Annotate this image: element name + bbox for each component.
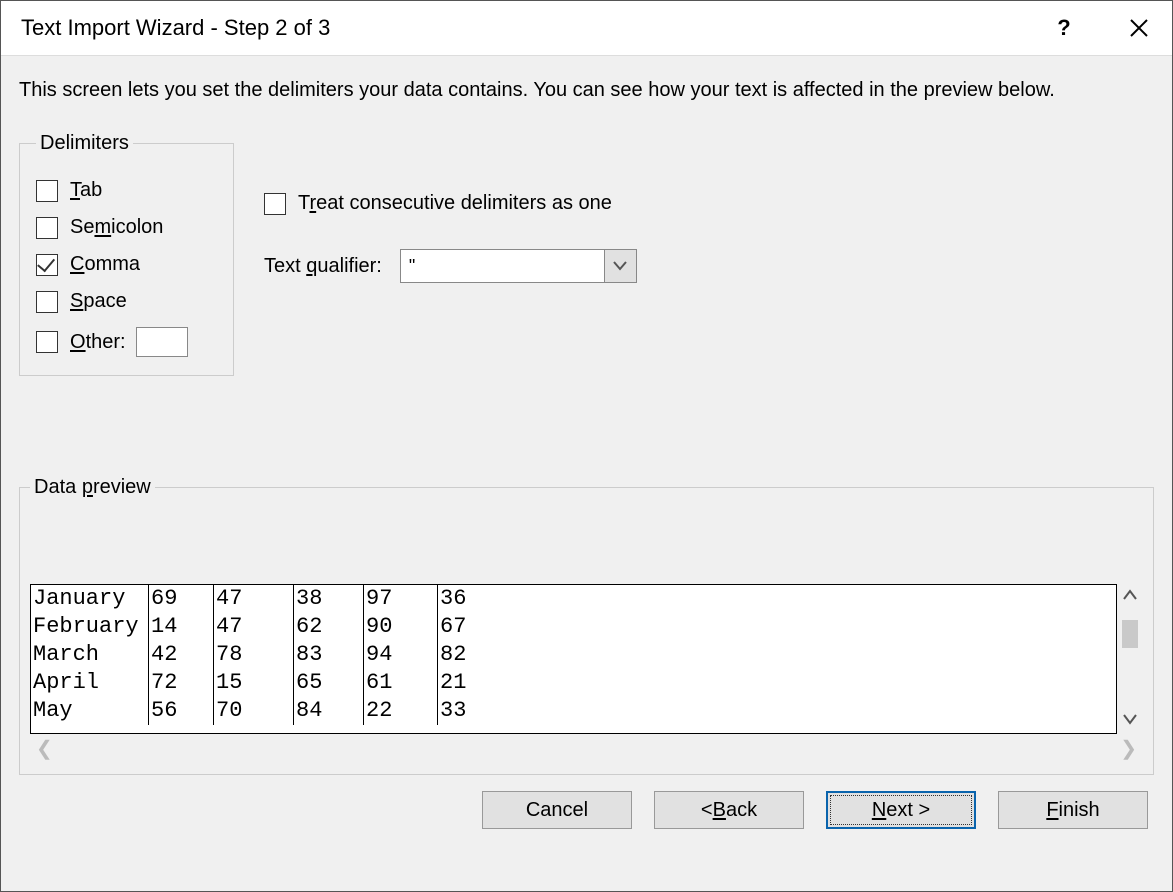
table-cell: 14: [149, 613, 214, 641]
checkbox-tab[interactable]: [36, 180, 58, 202]
table-cell: 70: [214, 697, 294, 725]
table-cell: May: [31, 697, 149, 725]
table-cell: 69: [149, 585, 214, 613]
table-cell: 94: [364, 641, 438, 669]
qualifier-dropdown-button[interactable]: [605, 249, 637, 283]
table-cell: 61: [364, 669, 438, 697]
delimiter-tab[interactable]: Tab: [36, 179, 217, 202]
label-comma: Comma: [70, 253, 140, 276]
table-row: March4278839482: [31, 641, 1116, 669]
table-row: January6947389736: [31, 585, 1116, 613]
label-tab: Tab: [70, 179, 102, 202]
table-row: February1447629067: [31, 613, 1116, 641]
table-cell: 83: [294, 641, 364, 669]
next-button[interactable]: Next >: [826, 791, 976, 829]
close-icon[interactable]: [1124, 18, 1154, 38]
dialog-body: This screen lets you set the delimiters …: [1, 56, 1172, 891]
back-button[interactable]: < Back: [654, 791, 804, 829]
table-cell: February: [31, 613, 149, 641]
intro-text: This screen lets you set the delimiters …: [19, 76, 1154, 104]
table-cell: 72: [149, 669, 214, 697]
button-row: Cancel < Back Next > Finish: [19, 775, 1154, 829]
other-delimiter-input[interactable]: [136, 327, 188, 357]
table-cell: 97: [364, 585, 438, 613]
cancel-button[interactable]: Cancel: [482, 791, 632, 829]
qualifier-value[interactable]: ": [400, 249, 605, 283]
qualifier-select[interactable]: ": [400, 249, 637, 283]
checkbox-other[interactable]: [36, 331, 58, 353]
scroll-thumb[interactable]: [1122, 620, 1138, 648]
preview-hscrollbar[interactable]: ❮ ❯: [30, 734, 1143, 762]
table-cell: 15: [214, 669, 294, 697]
table-cell: January: [31, 585, 149, 613]
right-options: Treat consecutive delimiters as one Text…: [264, 132, 637, 283]
table-cell: 84: [294, 697, 364, 725]
data-preview-legend: Data preview: [30, 476, 155, 499]
options-zone: Delimiters Tab Semicolon Comma Space: [19, 132, 1154, 376]
table-cell: 36: [438, 585, 498, 613]
table-cell: March: [31, 641, 149, 669]
scroll-left-icon[interactable]: ❮: [36, 736, 53, 761]
titlebar: Text Import Wizard - Step 2 of 3 ?: [1, 1, 1172, 56]
checkbox-space[interactable]: [36, 291, 58, 313]
table-cell: 22: [364, 697, 438, 725]
scroll-up-icon[interactable]: [1123, 588, 1137, 606]
scroll-down-icon[interactable]: [1123, 712, 1137, 730]
table-row: May5670842233: [31, 697, 1116, 725]
table-cell: 82: [438, 641, 498, 669]
table-cell: 65: [294, 669, 364, 697]
table-cell: April: [31, 669, 149, 697]
table-cell: 21: [438, 669, 498, 697]
table-cell: 78: [214, 641, 294, 669]
table-cell: 42: [149, 641, 214, 669]
text-import-wizard-dialog: Text Import Wizard - Step 2 of 3 ? This …: [0, 0, 1173, 892]
data-preview-group: Data preview January6947389736February14…: [19, 476, 1154, 775]
delimiters-group: Delimiters Tab Semicolon Comma Space: [19, 132, 234, 376]
label-semicolon: Semicolon: [70, 216, 163, 239]
dialog-title: Text Import Wizard - Step 2 of 3: [21, 15, 1049, 41]
scroll-right-icon[interactable]: ❯: [1120, 736, 1137, 761]
preview-vscrollbar[interactable]: [1117, 584, 1143, 734]
checkbox-semicolon[interactable]: [36, 217, 58, 239]
delimiter-semicolon[interactable]: Semicolon: [36, 216, 217, 239]
titlebar-controls: ?: [1049, 15, 1154, 41]
table-cell: 90: [364, 613, 438, 641]
table-cell: 47: [214, 585, 294, 613]
table-cell: 62: [294, 613, 364, 641]
checkbox-comma[interactable]: [36, 254, 58, 276]
finish-button[interactable]: Finish: [998, 791, 1148, 829]
table-row: April7215656121: [31, 669, 1116, 697]
preview-grid: January6947389736February1447629067March…: [30, 584, 1117, 734]
label-treat: Treat consecutive delimiters as one: [298, 192, 612, 215]
label-space: Space: [70, 290, 127, 313]
delimiter-comma[interactable]: Comma: [36, 253, 217, 276]
text-qualifier-row: Text qualifier: ": [264, 249, 637, 283]
preview-frame: January6947389736February1447629067March…: [30, 584, 1143, 734]
delimiter-other[interactable]: Other:: [36, 327, 217, 357]
table-cell: 47: [214, 613, 294, 641]
table-cell: 56: [149, 697, 214, 725]
delimiters-legend: Delimiters: [36, 132, 133, 155]
help-icon[interactable]: ?: [1049, 15, 1079, 41]
label-other: Other:: [70, 331, 126, 354]
table-cell: 67: [438, 613, 498, 641]
table-cell: 33: [438, 697, 498, 725]
label-qualifier: Text qualifier:: [264, 255, 382, 278]
checkbox-treat[interactable]: [264, 193, 286, 215]
treat-consecutive-row[interactable]: Treat consecutive delimiters as one: [264, 192, 637, 215]
delimiter-space[interactable]: Space: [36, 290, 217, 313]
table-cell: 38: [294, 585, 364, 613]
